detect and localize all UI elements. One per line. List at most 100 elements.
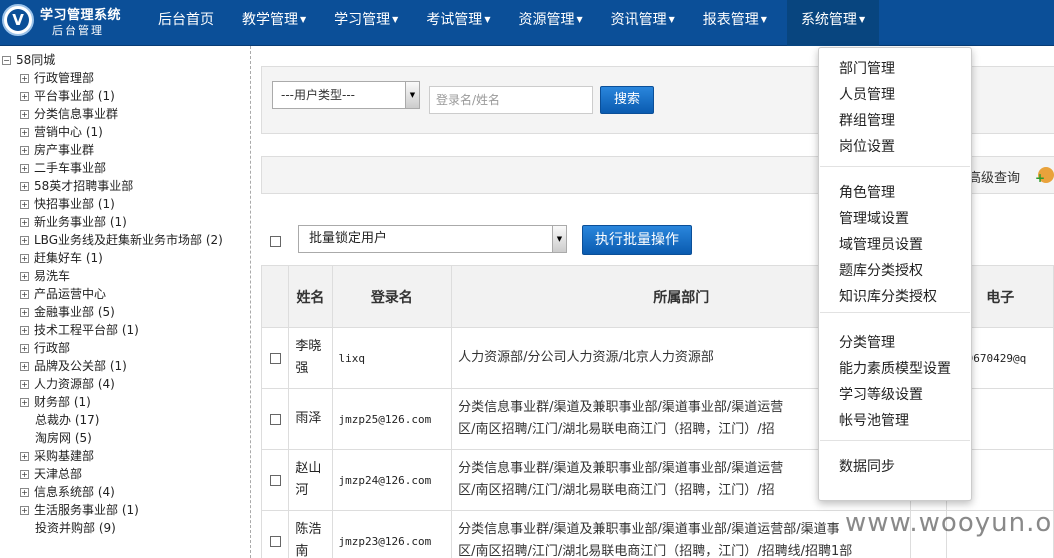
user-name: 雨泽 xyxy=(295,411,322,426)
row-checkbox[interactable] xyxy=(269,535,281,547)
expand-icon[interactable]: + xyxy=(20,290,29,299)
tree-node[interactable]: + LBG业务线及赶集新业务市场部 (2) xyxy=(20,231,223,249)
nav-item-4[interactable]: 资源管理 ▼ xyxy=(510,0,590,46)
nav-item-7[interactable]: 系统管理 ▼ xyxy=(786,0,880,46)
cell-login: jmzp23@126.com xyxy=(331,510,453,558)
tree-node[interactable]: 总裁办 (17) xyxy=(20,411,223,429)
menu-item[interactable]: 学习等级设置 xyxy=(839,384,923,404)
menu-item[interactable]: 管理域设置 xyxy=(839,208,909,228)
expand-icon[interactable]: + xyxy=(20,344,29,353)
menu-item[interactable]: 群组管理 xyxy=(839,110,895,130)
batch-operation-select[interactable]: 批量锁定用户 ▼ xyxy=(298,225,567,253)
menu-item[interactable]: 角色管理 xyxy=(839,182,895,202)
tree-node[interactable]: +58英才招聘事业部 xyxy=(20,177,223,195)
row-checkbox[interactable] xyxy=(269,474,281,486)
nav-item-3[interactable]: 考试管理 ▼ xyxy=(418,0,498,46)
tree-node[interactable]: + 人力资源部 (4) xyxy=(20,375,223,393)
expand-icon[interactable]: + xyxy=(20,182,29,191)
header-login[interactable]: 登录名 xyxy=(331,265,453,328)
menu-item[interactable]: 域管理员设置 xyxy=(839,234,923,254)
expand-icon[interactable]: + xyxy=(20,146,29,155)
menu-item[interactable]: 人员管理 xyxy=(839,84,895,104)
tree-node[interactable]: + 产品运营中心 xyxy=(20,285,223,303)
search-button[interactable]: 搜索 xyxy=(600,86,654,114)
tree-node-label: 投资并购部 (9) xyxy=(35,521,116,535)
department-tree-panel: −58同城 + 行政管理部 + 平台事业部 (1) + 分类信息事业群 + 营销中心 (1) +… xyxy=(0,46,251,558)
expand-icon[interactable]: + xyxy=(20,452,29,461)
tree-node[interactable]: + 技术工程平台部 (1) xyxy=(20,321,223,339)
user-type-select[interactable]: ---用户类型--- ▼ xyxy=(272,81,420,109)
header-name[interactable]: 姓名 xyxy=(288,265,333,328)
tree-node[interactable]: + 金融事业部 (5) xyxy=(20,303,223,321)
expand-icon[interactable]: + xyxy=(20,164,29,173)
expand-icon[interactable]: + xyxy=(20,398,29,407)
expand-icon[interactable]: + xyxy=(20,362,29,371)
tree-node[interactable]: 投资并购部 (9) xyxy=(20,519,223,537)
tree-node[interactable]: + 新业务事业部 (1) xyxy=(20,213,223,231)
expand-icon[interactable]: + xyxy=(20,308,29,317)
tree-node[interactable]: + 二手车事业部 xyxy=(20,159,223,177)
tree-node[interactable]: + 平台事业部 (1) xyxy=(20,87,223,105)
expand-icon[interactable]: + xyxy=(20,470,29,479)
menu-item[interactable]: 数据同步 xyxy=(839,456,895,476)
header-checkbox-cell xyxy=(261,265,290,328)
row-checkbox[interactable] xyxy=(269,413,281,425)
tree-node[interactable]: + 易洗车 xyxy=(20,267,223,285)
tree-node[interactable]: + 行政管理部 xyxy=(20,69,223,87)
menu-item[interactable]: 岗位设置 xyxy=(839,136,895,156)
execute-batch-button[interactable]: 执行批量操作 xyxy=(582,225,692,255)
expand-icon[interactable]: + xyxy=(20,254,29,263)
menu-item[interactable]: 能力素质模型设置 xyxy=(839,358,951,378)
dropdown-arrow-icon[interactable]: ▼ xyxy=(552,226,566,252)
collapse-icon[interactable]: − xyxy=(2,56,11,65)
expand-icon[interactable]: + xyxy=(20,128,29,137)
nav-item-6[interactable]: 报表管理 ▼ xyxy=(695,0,775,46)
tree-node-label: 新业务事业部 (1) xyxy=(34,215,127,229)
expand-icon[interactable]: + xyxy=(20,74,29,83)
advanced-query-link[interactable]: 高级查询 xyxy=(968,167,1020,186)
nav-item-1[interactable]: 教学管理 ▼ xyxy=(234,0,314,46)
tree-node[interactable]: + 天津总部 xyxy=(20,465,223,483)
menu-item[interactable]: 分类管理 xyxy=(839,332,895,352)
tree-node[interactable]: + 分类信息事业群 xyxy=(20,105,223,123)
tree-node[interactable]: + 快招事业部 (1) xyxy=(20,195,223,213)
nav-item-0[interactable]: 后台首页 xyxy=(150,0,222,46)
department-line-1: 分类信息事业群/渠道及兼职事业部/渠道事业部/渠道运营部/渠道事 xyxy=(458,522,840,537)
tree-node[interactable]: + 信息系统部 (4) xyxy=(20,483,223,501)
nav-item-2[interactable]: 学习管理 ▼ xyxy=(326,0,406,46)
tree-node[interactable]: + 财务部 (1) xyxy=(20,393,223,411)
expand-icon[interactable]: + xyxy=(20,488,29,497)
expand-icon[interactable]: + xyxy=(20,380,29,389)
menu-item[interactable]: 帐号池管理 xyxy=(839,410,909,430)
expand-icon[interactable]: + xyxy=(20,272,29,281)
menu-item[interactable]: 部门管理 xyxy=(839,58,895,78)
tree-node-label: 生活服务事业部 (1) xyxy=(34,503,139,517)
tree-node[interactable]: + 营销中心 (1) xyxy=(20,123,223,141)
expand-icon[interactable]: + xyxy=(20,110,29,119)
nav-item-5[interactable]: 资讯管理 ▼ xyxy=(603,0,683,46)
tree-node[interactable]: + 采购基建部 xyxy=(20,447,223,465)
row-checkbox[interactable] xyxy=(269,352,281,364)
add-user-icon[interactable] xyxy=(1035,167,1054,185)
cell-name: 赵山河 xyxy=(288,449,333,511)
expand-icon[interactable]: + xyxy=(20,92,29,101)
expand-icon[interactable]: + xyxy=(20,218,29,227)
tree-node[interactable]: + 行政部 xyxy=(20,339,223,357)
tree-node-label: 平台事业部 (1) xyxy=(34,89,115,103)
tree-root[interactable]: −58同城 xyxy=(2,51,55,68)
tree-node[interactable]: + 赶集好车 (1) xyxy=(20,249,223,267)
tree-node[interactable]: + 品牌及公关部 (1) xyxy=(20,357,223,375)
cell-login: jmzp25@126.com xyxy=(331,388,453,450)
tree-node[interactable]: 淘房网 (5) xyxy=(20,429,223,447)
menu-item[interactable]: 知识库分类授权 xyxy=(839,286,937,306)
menu-item[interactable]: 题库分类授权 xyxy=(839,260,923,280)
expand-icon[interactable]: + xyxy=(20,200,29,209)
expand-icon[interactable]: + xyxy=(20,236,29,245)
tree-node[interactable]: + 生活服务事业部 (1) xyxy=(20,501,223,519)
select-all-checkbox[interactable] xyxy=(270,236,281,247)
tree-node[interactable]: + 房产事业群 xyxy=(20,141,223,159)
search-input[interactable]: 登录名/姓名 xyxy=(429,86,593,114)
expand-icon[interactable]: + xyxy=(20,506,29,515)
expand-icon[interactable]: + xyxy=(20,326,29,335)
dropdown-arrow-icon[interactable]: ▼ xyxy=(405,82,419,108)
